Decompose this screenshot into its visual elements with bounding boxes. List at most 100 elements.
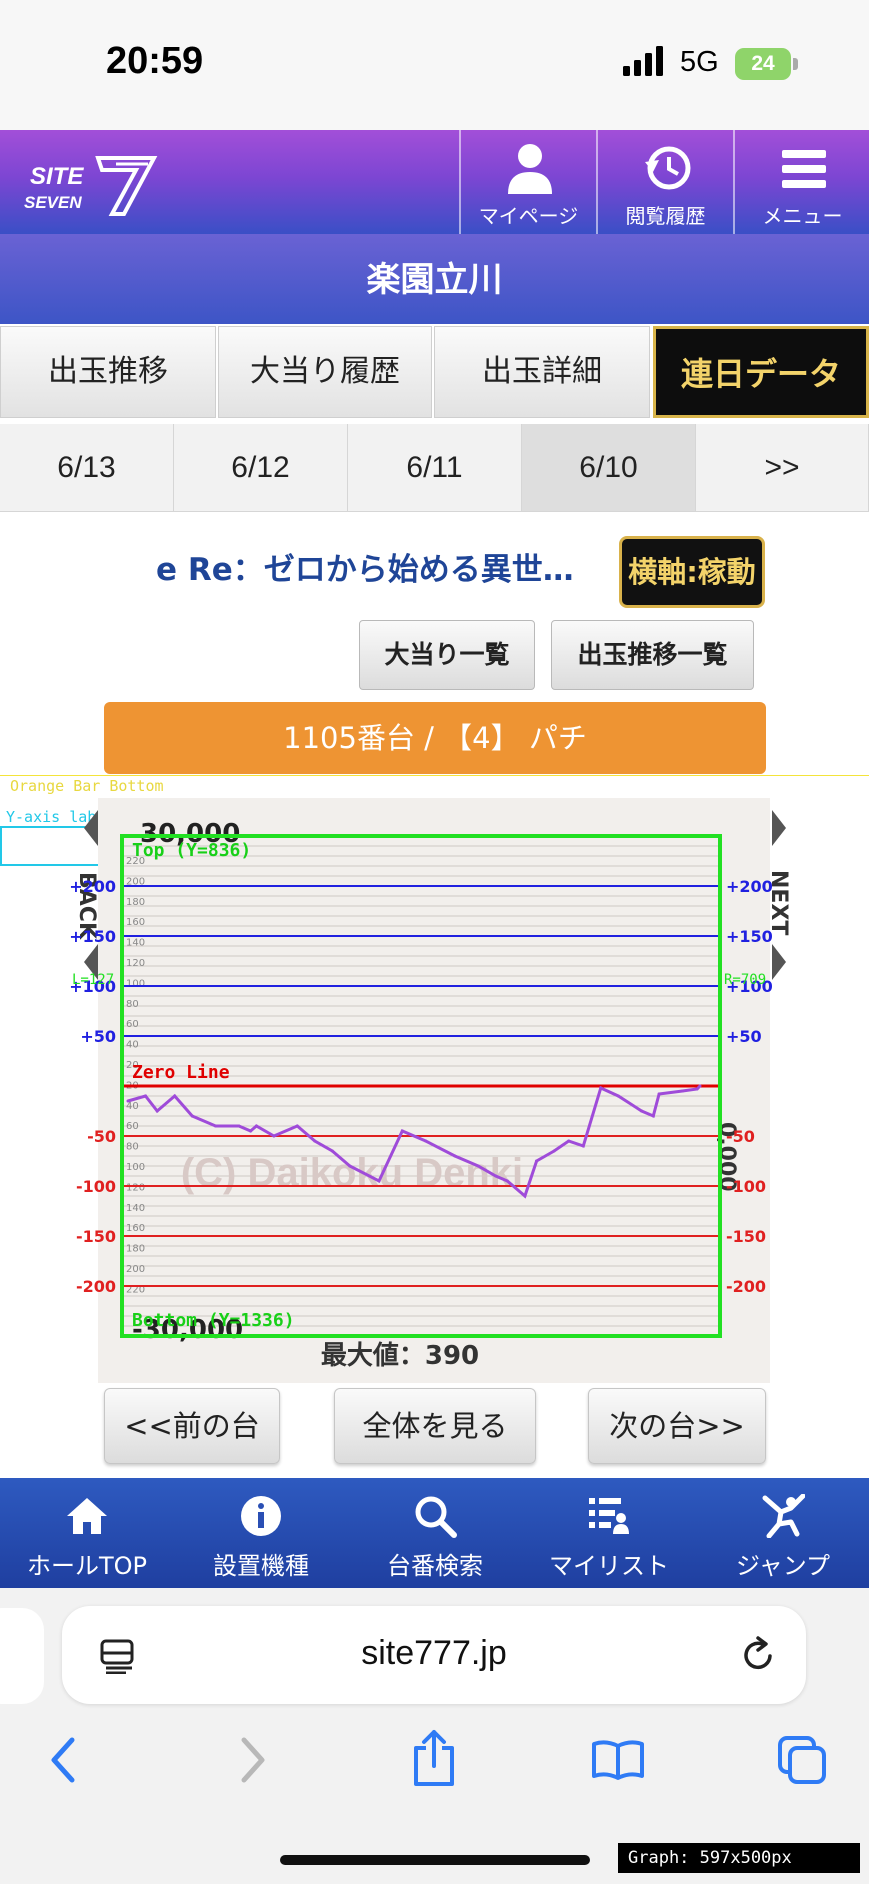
next-arrow-icon-2[interactable] [772,944,786,980]
site-seven-logo[interactable]: SITE SEVEN [20,150,160,220]
chart-level-label: -100 [726,1177,766,1196]
chart-level-label: +150 [726,927,773,946]
tab-jackpot-history[interactable]: 大当り履歴 [218,326,432,418]
debug-bottom-label: Bottom (Y=1336) [132,1310,295,1331]
chart-point [330,1149,334,1153]
nav-my-list-label: マイリスト [549,1552,669,1580]
chart-level-label: -150 [726,1227,766,1246]
next-unit-button[interactable]: 次の台>> [588,1388,766,1464]
home-indicator [280,1855,590,1865]
share-icon[interactable] [410,1728,458,1788]
chart-small-tick-label: 100 [126,978,145,989]
jump-icon [762,1494,805,1538]
chart-point [651,1114,655,1118]
chart-point [523,1194,527,1198]
debug-graph-size: Graph: 597x500px [618,1843,860,1873]
forward-icon[interactable] [236,1736,270,1784]
date-tab-0611[interactable]: 6/11 [348,424,522,512]
chart-point [190,1114,194,1118]
payout-chart: 2202001801601401201008060402020406080100… [69,810,791,1371]
tab-payout-detail[interactable]: 出玉詳細 [434,326,650,418]
unit-info-bar: 1105番台 / 【4】 パチ [104,702,766,774]
nav-my-list[interactable]: マイリスト [522,1478,696,1588]
chart-watermark: (C) Daikoku Denki [181,1151,523,1195]
chart-point [695,1087,699,1091]
chart-point [237,1124,241,1128]
url-text[interactable]: site777.jp [62,1634,806,1673]
prev-unit-button[interactable]: <<前の台 [104,1388,280,1464]
menu-button[interactable]: メニュー [733,130,869,234]
chart-small-tick-label: 180 [126,1244,145,1255]
debug-orange-bottom-line [0,775,869,776]
history-label: 閲覧履歴 [625,204,706,228]
browser-tab-peek[interactable] [0,1608,44,1704]
chart-point [505,1179,509,1183]
chart-point [494,1174,498,1178]
chart-small-tick-label: 60 [126,1121,139,1132]
chart-point [155,1109,159,1113]
tab-payout-trend[interactable]: 出玉推移 [0,326,216,418]
menu-label: メニュー [762,204,843,228]
chart-point [377,1179,381,1183]
chart-level-label: -200 [76,1277,116,1296]
chart-small-tick-label: 40 [126,1040,139,1051]
logo-text-seven: SEVEN [24,193,82,212]
chart-level-label: -50 [87,1127,116,1146]
battery-cap [793,58,798,70]
menu-icon [782,150,826,188]
back-arrow-icon[interactable] [84,810,98,846]
payout-list-button[interactable]: 出玉推移一覧 [551,620,754,690]
chart-small-tick-label: 120 [126,1182,145,1193]
logo-text-site: SITE [30,163,84,190]
chart-max-label: 最大値：390 [321,1341,479,1371]
debug-zero-label: Zero Line [132,1062,230,1083]
nav-jump[interactable]: ジャンプ [696,1478,869,1588]
search-icon [415,1496,457,1538]
debug-left-marker: L=127 [72,972,114,988]
tabs-icon[interactable] [776,1734,828,1786]
chart-point [126,1099,130,1103]
date-tab-0613[interactable]: 6/13 [0,424,174,512]
jackpot-list-button[interactable]: 大当り一覧 [359,620,535,690]
chart-point [453,1154,457,1158]
bookmarks-icon[interactable] [590,1738,646,1782]
battery-level: 24 [751,52,775,75]
chart-point [272,1134,276,1138]
nav-hall-top-label: ホールTOP [26,1552,148,1580]
chart-small-tick-label: 140 [126,1203,145,1214]
chart-small-tick-label: 180 [126,897,145,908]
nav-jump-label: ジャンプ [735,1552,831,1580]
nav-installed-models[interactable]: 設置機種 [174,1478,348,1588]
nav-unit-search-label: 台番検索 [387,1552,483,1580]
view-all-button[interactable]: 全体を見る [334,1388,536,1464]
chart-level-label: -150 [76,1227,116,1246]
chart-point [249,1129,253,1133]
chart-small-tick-label: 80 [126,1142,139,1153]
chart-point [476,1164,480,1168]
nav-hall-top[interactable]: ホールTOP [0,1478,174,1588]
chart-point [313,1139,317,1143]
chart-point [173,1094,177,1098]
reload-icon[interactable] [738,1636,778,1676]
date-tab-0610[interactable]: 6/10 [522,424,696,512]
date-tab-next[interactable]: >> [696,424,869,512]
signal-icon [623,46,663,76]
status-time: 20:59 [106,40,204,82]
chart-point [657,1092,661,1096]
nav-installed-models-label: 設置機種 [213,1552,309,1580]
person-icon [508,144,552,194]
chart-point [400,1129,404,1133]
back-icon[interactable] [46,1736,80,1784]
home-icon [67,1498,107,1534]
chart-small-tick-label: 100 [126,1162,145,1173]
date-tab-0612[interactable]: 6/12 [174,424,348,512]
mypage-button[interactable]: マイページ [459,130,596,234]
axis-toggle-button[interactable]: 横軸:稼動 [619,536,765,608]
chart-point [144,1094,148,1098]
next-arrow-icon[interactable] [772,810,786,846]
history-button[interactable]: 閲覧履歴 [596,130,733,234]
tab-daily-data[interactable]: 連日データ [653,326,869,418]
chart-small-tick-label: 60 [126,1019,139,1030]
machine-title[interactable]: e Re：ゼロから始める異世… [156,544,574,589]
nav-unit-search[interactable]: 台番検索 [348,1478,522,1588]
